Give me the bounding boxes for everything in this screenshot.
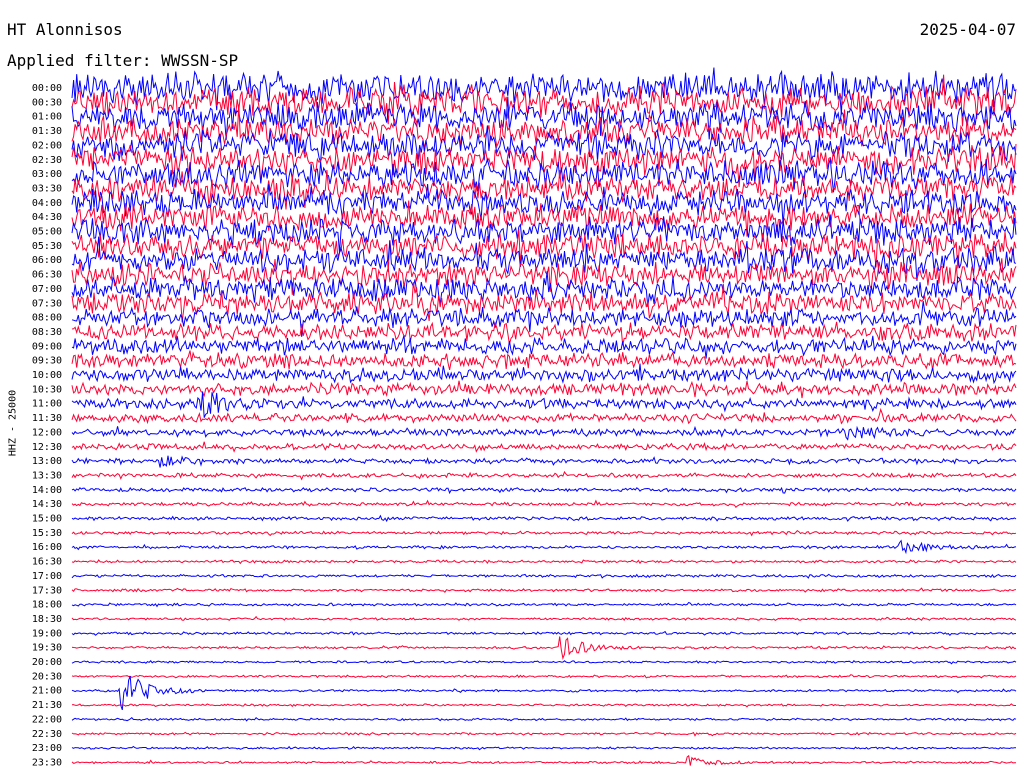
trace-row-0830: [71, 321, 1017, 346]
time-tick-label: 11:30: [32, 413, 62, 424]
time-tick-label: 02:30: [32, 155, 62, 166]
trace-row-0300: [71, 157, 1017, 193]
time-tick-label: 23:30: [32, 757, 62, 768]
time-tick-label: 18:00: [32, 600, 62, 611]
trace-row-1200: [71, 425, 1017, 441]
trace-row-1000: [71, 363, 1017, 385]
trace-row-1100: [71, 391, 1017, 418]
time-tick-label: 06:00: [32, 255, 62, 266]
time-tick-label: 11:00: [32, 399, 62, 410]
time-tick-label: 21:00: [32, 686, 62, 697]
trace-layer: [71, 67, 1017, 766]
time-tick-label: 13:30: [32, 470, 62, 481]
time-tick-label: 07:30: [32, 298, 62, 309]
time-tick-label: 12:00: [32, 427, 62, 438]
time-tick-label: 19:00: [32, 628, 62, 639]
time-tick-label: 17:00: [32, 571, 62, 582]
trace-row-2000: [71, 659, 1017, 665]
time-tick-label: 05:30: [32, 241, 62, 252]
trace-row-1630: [71, 559, 1017, 565]
time-tick-label: 16:00: [32, 542, 62, 553]
trace-row-2300: [71, 745, 1016, 751]
trace-row-1230: [71, 441, 1017, 453]
trace-row-0500: [71, 214, 1017, 253]
helicorder-plot: 00:00 00:30 01:00 01:30 02:00 02:30 03:00 03:30…: [32, 67, 1017, 768]
trace-row-0630: [71, 258, 1017, 295]
trace-row-1500: [71, 514, 1017, 523]
trace-row-2030: [71, 674, 1017, 679]
time-tick-label: 07:00: [32, 284, 62, 295]
time-tick-label: 22:00: [32, 714, 62, 725]
trace-row-1430: [71, 499, 1017, 509]
trace-row-0800: [71, 301, 1017, 337]
trace-row-1130: [71, 407, 1017, 425]
time-tick-label: 12:30: [32, 442, 62, 453]
trace-row-1830: [71, 615, 1017, 622]
time-tick-label: 04:30: [32, 212, 62, 223]
time-tick-label: 09:30: [32, 356, 62, 367]
trace-row-0530: [71, 229, 1017, 272]
time-tick-label: 09:00: [32, 341, 62, 352]
time-tick-label: 18:30: [32, 614, 62, 625]
time-tick-label: 08:30: [32, 327, 62, 338]
time-tick-label: 08:00: [32, 313, 62, 324]
time-tick-label: 03:00: [32, 169, 62, 180]
time-tick-label: 03:30: [32, 183, 62, 194]
time-tick-labels: 00:00 00:30 01:00 01:30 02:00 02:30 03:00 03:30…: [32, 83, 62, 768]
time-tick-label: 10:30: [32, 384, 62, 395]
trace-row-1900: [71, 630, 1017, 637]
trace-row-2230: [71, 731, 1017, 737]
trace-row-1530: [71, 530, 1017, 537]
time-tick-label: 15:00: [32, 514, 62, 525]
trace-row-1400: [71, 486, 1017, 495]
time-tick-label: 14:30: [32, 499, 62, 510]
trace-row-1730: [71, 587, 1017, 593]
trace-row-2330: [71, 754, 1017, 766]
time-tick-label: 00:30: [32, 97, 62, 108]
trace-row-0230: [71, 143, 1017, 188]
time-tick-label: 23:00: [32, 743, 62, 754]
trace-row-0700: [71, 271, 1017, 307]
trace-row-0930: [71, 350, 1017, 371]
time-tick-label: 14:00: [32, 485, 62, 496]
time-tick-label: 21:30: [32, 700, 62, 711]
time-tick-label: 04:00: [32, 198, 62, 209]
time-tick-label: 19:30: [32, 643, 62, 654]
time-tick-label: 10:00: [32, 370, 62, 381]
time-tick-label: 01:00: [32, 112, 62, 123]
trace-row-2200: [71, 716, 1017, 722]
trace-row-1930: [71, 636, 1016, 661]
time-tick-label: 05:00: [32, 227, 62, 238]
time-tick-label: 02:00: [32, 140, 62, 151]
trace-row-1800: [71, 601, 1017, 608]
time-tick-label: 15:30: [32, 528, 62, 539]
time-tick-label: 17:30: [32, 585, 62, 596]
time-tick-label: 00:00: [32, 83, 62, 94]
trace-row-1700: [71, 573, 1017, 579]
time-tick-label: 13:00: [32, 456, 62, 467]
trace-row-1600: [71, 539, 1017, 555]
trace-row-2130: [71, 703, 1016, 708]
trace-row-0100: [71, 96, 1017, 140]
trace-row-1300: [71, 455, 1017, 468]
time-tick-label: 22:30: [32, 729, 62, 740]
time-tick-label: 01:30: [32, 126, 62, 137]
time-tick-label: 20:30: [32, 671, 62, 682]
trace-row-1030: [71, 380, 1017, 399]
trace-row-1330: [71, 470, 1017, 481]
time-tick-label: 16:30: [32, 557, 62, 568]
time-tick-label: 06:30: [32, 270, 62, 281]
time-tick-label: 20:00: [32, 657, 62, 668]
